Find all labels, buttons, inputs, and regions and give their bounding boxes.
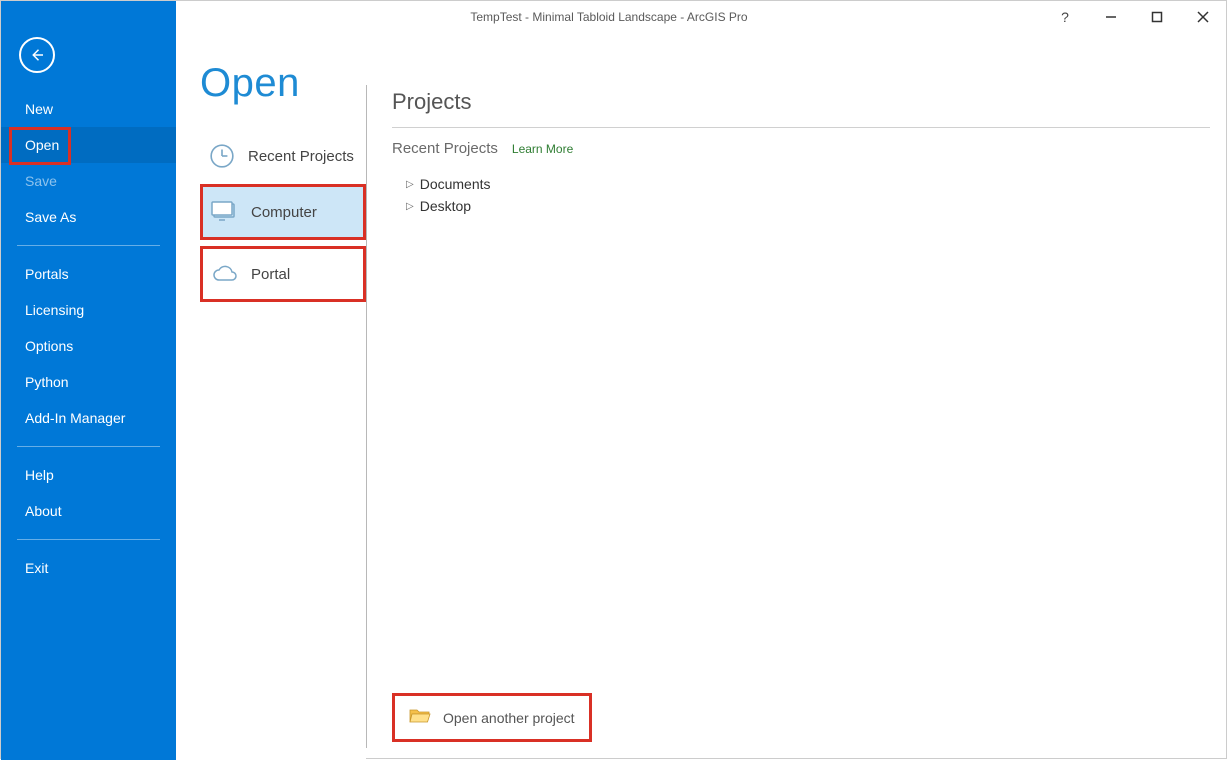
source-computer[interactable]: Computer: [203, 187, 363, 237]
open-another-label: Open another project: [443, 710, 575, 726]
tree-item-documents[interactable]: ▷ Documents: [406, 173, 1210, 195]
open-sources-column: Open Recent Projects Computer: [176, 33, 366, 760]
detail-pane: Projects Recent Projects Learn More ▷ Do…: [366, 33, 1226, 760]
tree-item-desktop[interactable]: ▷ Desktop: [406, 195, 1210, 217]
window-controls: ?: [1042, 1, 1226, 33]
main: New Open Save Save As Portals Licensing …: [1, 33, 1226, 760]
back-button[interactable]: [19, 37, 55, 73]
sidebar-item-portals[interactable]: Portals: [1, 256, 176, 292]
expand-icon[interactable]: ▷: [406, 201, 414, 212]
sidebar-item-new[interactable]: New: [1, 91, 176, 127]
sidebar-separator: [17, 446, 160, 447]
maximize-button[interactable]: [1134, 1, 1180, 33]
expand-icon[interactable]: ▷: [406, 179, 414, 190]
sidebar-separator: [17, 539, 160, 540]
source-portal[interactable]: Portal: [203, 249, 363, 299]
horizontal-rule: [392, 127, 1210, 128]
sidebar-item-options[interactable]: Options: [1, 328, 176, 364]
help-icon[interactable]: ?: [1042, 9, 1088, 25]
clock-icon: [208, 142, 236, 170]
source-label: Recent Projects: [248, 148, 354, 165]
computer-icon: [211, 198, 239, 226]
source-recent-projects[interactable]: Recent Projects: [200, 128, 366, 184]
subheading-row: Recent Projects Learn More: [392, 140, 1210, 157]
page-title: Open: [200, 61, 366, 106]
highlight-box: Computer: [200, 184, 366, 240]
sidebar-separator: [17, 245, 160, 246]
source-label: Portal: [251, 266, 290, 283]
detail-heading: Projects: [392, 89, 1210, 115]
sidebar-item-exit[interactable]: Exit: [1, 550, 176, 586]
sidebar-item-open[interactable]: Open: [1, 127, 176, 163]
minimize-button[interactable]: [1088, 1, 1134, 33]
tree-item-label: Documents: [420, 176, 491, 192]
titlebar-left-fill: [1, 1, 176, 33]
sidebar-item-help[interactable]: Help: [1, 457, 176, 493]
title-bar: TempTest - Minimal Tabloid Landscape - A…: [1, 1, 1226, 33]
tree-item-label: Desktop: [420, 198, 471, 214]
vertical-divider: [366, 85, 367, 748]
folder-open-icon: [409, 706, 431, 729]
open-another-wrap: Open another project: [392, 693, 592, 742]
sidebar-item-addin[interactable]: Add-In Manager: [1, 400, 176, 436]
highlight-box: Portal: [200, 246, 366, 302]
backstage-sidebar: New Open Save Save As Portals Licensing …: [1, 33, 176, 760]
sidebar-item-save: Save: [1, 163, 176, 199]
source-list: Recent Projects Computer Portal: [200, 128, 366, 302]
sidebar-item-python[interactable]: Python: [1, 364, 176, 400]
close-button[interactable]: [1180, 1, 1226, 33]
sidebar-item-about[interactable]: About: [1, 493, 176, 529]
subheading: Recent Projects: [392, 140, 498, 157]
sidebar-item-licensing[interactable]: Licensing: [1, 292, 176, 328]
open-another-project-button[interactable]: Open another project: [392, 693, 592, 742]
cloud-icon: [211, 260, 239, 288]
source-label: Computer: [251, 204, 317, 221]
window-title: TempTest - Minimal Tabloid Landscape - A…: [176, 10, 1042, 24]
sidebar-item-save-as[interactable]: Save As: [1, 199, 176, 235]
location-tree: ▷ Documents ▷ Desktop: [406, 173, 1210, 217]
learn-more-link[interactable]: Learn More: [512, 142, 573, 156]
